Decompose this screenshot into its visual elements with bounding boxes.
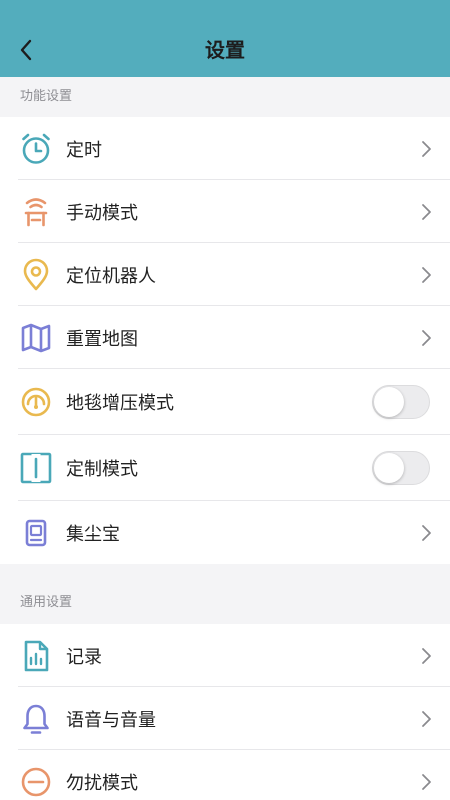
bell-icon	[23, 704, 49, 734]
general-settings-list: 记录 语音与音量 勿扰模式	[0, 624, 450, 800]
chevron-right-icon	[422, 710, 431, 727]
carpet-boost-toggle[interactable]	[372, 385, 430, 419]
chevron-right-icon	[422, 329, 431, 346]
settings-item-label: 语音与音量	[66, 709, 156, 731]
chevron-right-icon	[422, 203, 431, 220]
function-settings-list: 定时 手动模式 定位机器人 重置地图 地毯增压模式 定制模式 集尘宝	[0, 117, 450, 564]
settings-item-label: 集尘宝	[66, 523, 120, 545]
chevron-right-icon	[422, 647, 431, 664]
toggle-knob	[374, 453, 404, 483]
settings-item-label: 记录	[66, 646, 102, 668]
settings-item-carpet-boost: 地毯增压模式	[0, 369, 450, 435]
settings-item-records[interactable]: 记录	[0, 624, 450, 687]
map-icon	[21, 323, 51, 352]
settings-item-label: 手动模式	[66, 202, 138, 224]
settings-item-label: 勿扰模式	[66, 772, 138, 794]
settings-item-label: 重置地图	[66, 328, 138, 350]
alarm-clock-icon	[22, 133, 50, 164]
dust-box-icon	[25, 519, 47, 546]
chevron-right-icon	[422, 266, 431, 283]
settings-item-custom-mode: 定制模式	[0, 435, 450, 501]
gauge-icon	[21, 387, 51, 417]
custom-mode-icon	[20, 452, 52, 484]
do-not-disturb-icon	[21, 767, 51, 796]
page-title: 设置	[205, 38, 245, 62]
section-header-function: 功能设置	[20, 89, 73, 104]
settings-item-label: 地毯增压模式	[66, 393, 174, 414]
chevron-right-icon	[422, 773, 431, 790]
chevron-right-icon	[422, 140, 431, 157]
custom-mode-toggle[interactable]	[372, 451, 430, 485]
settings-item-timer[interactable]: 定时	[0, 117, 450, 180]
chevron-right-icon	[422, 524, 431, 541]
settings-item-label: 定位机器人	[66, 265, 156, 287]
toggle-knob	[374, 387, 404, 417]
settings-item-dust-station[interactable]: 集尘宝	[0, 501, 450, 564]
remote-control-icon	[24, 197, 48, 226]
settings-screen: 设置 功能设置 定时 手动模式 定位机器人 重置地图 地毯增压模式 定制模式 集…	[0, 0, 450, 800]
settings-item-label: 定时	[66, 139, 102, 161]
settings-item-reset-map[interactable]: 重置地图	[0, 306, 450, 369]
header-bar: 设置	[0, 0, 450, 77]
settings-item-voice-volume[interactable]: 语音与音量	[0, 687, 450, 750]
settings-item-manual-mode[interactable]: 手动模式	[0, 180, 450, 243]
settings-item-do-not-disturb[interactable]: 勿扰模式	[0, 750, 450, 800]
section-header-general: 通用设置	[20, 595, 73, 610]
record-document-icon	[24, 640, 49, 671]
settings-item-label: 定制模式	[66, 459, 138, 480]
location-pin-icon	[23, 258, 49, 290]
settings-item-locate-robot[interactable]: 定位机器人	[0, 243, 450, 306]
